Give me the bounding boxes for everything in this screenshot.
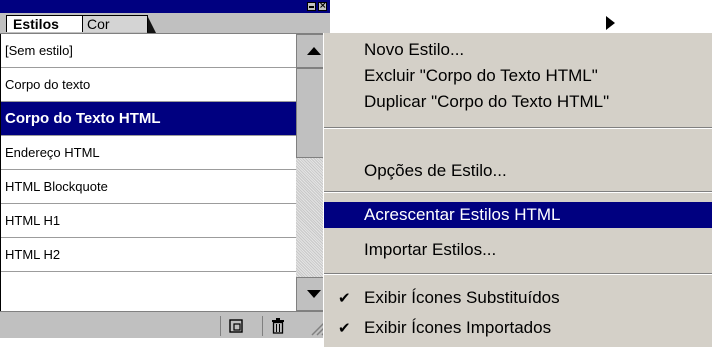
checkmark-icon: ✔ — [338, 289, 351, 307]
list-item-corpo-do-texto-html[interactable]: Corpo do Texto HTML — [1, 102, 296, 136]
tab-cor[interactable]: Cor — [78, 15, 156, 33]
list-item-html-blockquote[interactable]: HTML Blockquote — [1, 170, 296, 204]
close-icon[interactable]: × — [318, 2, 327, 11]
styles-palette: × Cor Estilos [Sem estilo] Corpo do text… — [0, 0, 615, 338]
delete-style-button[interactable] — [262, 316, 292, 336]
palette-context-menu: Novo Estilo... Excluir "Corpo do Texto H… — [323, 33, 712, 347]
palette-tab-row: Cor Estilos — [0, 13, 330, 34]
palette-menu-arrow-icon[interactable] — [606, 16, 615, 30]
menu-item-duplicar[interactable]: Duplicar "Corpo do Texto HTML" — [324, 89, 712, 115]
tab-estilos[interactable]: Estilos — [6, 15, 83, 32]
minimize-icon[interactable] — [307, 2, 316, 11]
menu-item-acrescentar-estilos-html[interactable]: Acrescentar Estilos HTML — [324, 202, 712, 228]
menu-separator — [324, 273, 712, 275]
menu-separator — [324, 191, 712, 193]
new-style-button[interactable] — [220, 316, 250, 336]
tab-cor-label: Cor — [87, 16, 110, 32]
list-item-corpo-do-texto[interactable]: Corpo do texto — [1, 68, 296, 102]
arrow-down-icon — [307, 290, 321, 298]
menu-item-novo-estilo[interactable]: Novo Estilo... — [324, 37, 712, 63]
menu-item-opcoes-de-estilo[interactable]: Opções de Estilo... — [324, 158, 712, 184]
arrow-up-icon — [307, 47, 321, 55]
checkmark-icon: ✔ — [338, 319, 351, 337]
list-item-html-h1[interactable]: HTML H1 — [1, 204, 296, 238]
menu-item-label: Exibir Ícones Substituídos — [364, 288, 560, 307]
list-item-endereco-html[interactable]: Endereço HTML — [1, 136, 296, 170]
palette-titlebar[interactable]: × — [0, 0, 330, 13]
list-item-sem-estilo[interactable]: [Sem estilo] — [1, 34, 296, 68]
new-style-icon — [228, 319, 243, 333]
menu-item-label: Exibir Ícones Importados — [364, 318, 552, 337]
list-item-html-h2[interactable]: HTML H2 — [1, 238, 296, 272]
tab-estilos-label: Estilos — [13, 16, 59, 32]
menu-item-excluir[interactable]: Excluir "Corpo do Texto HTML" — [324, 63, 712, 89]
menu-item-importar-estilos[interactable]: Importar Estilos... — [324, 237, 712, 263]
menu-item-exibir-icones-substituidos[interactable]: ✔ Exibir Ícones Substituídos — [324, 285, 712, 311]
menu-item-exibir-icones-importados[interactable]: ✔ Exibir Ícones Importados — [324, 315, 712, 341]
menu-separator — [324, 127, 712, 129]
palette-bottom-bar — [0, 311, 330, 338]
trash-icon — [271, 318, 284, 334]
styles-list: [Sem estilo] Corpo do texto Corpo do Tex… — [0, 34, 296, 311]
palette-menu-button[interactable] — [300, 13, 615, 33]
